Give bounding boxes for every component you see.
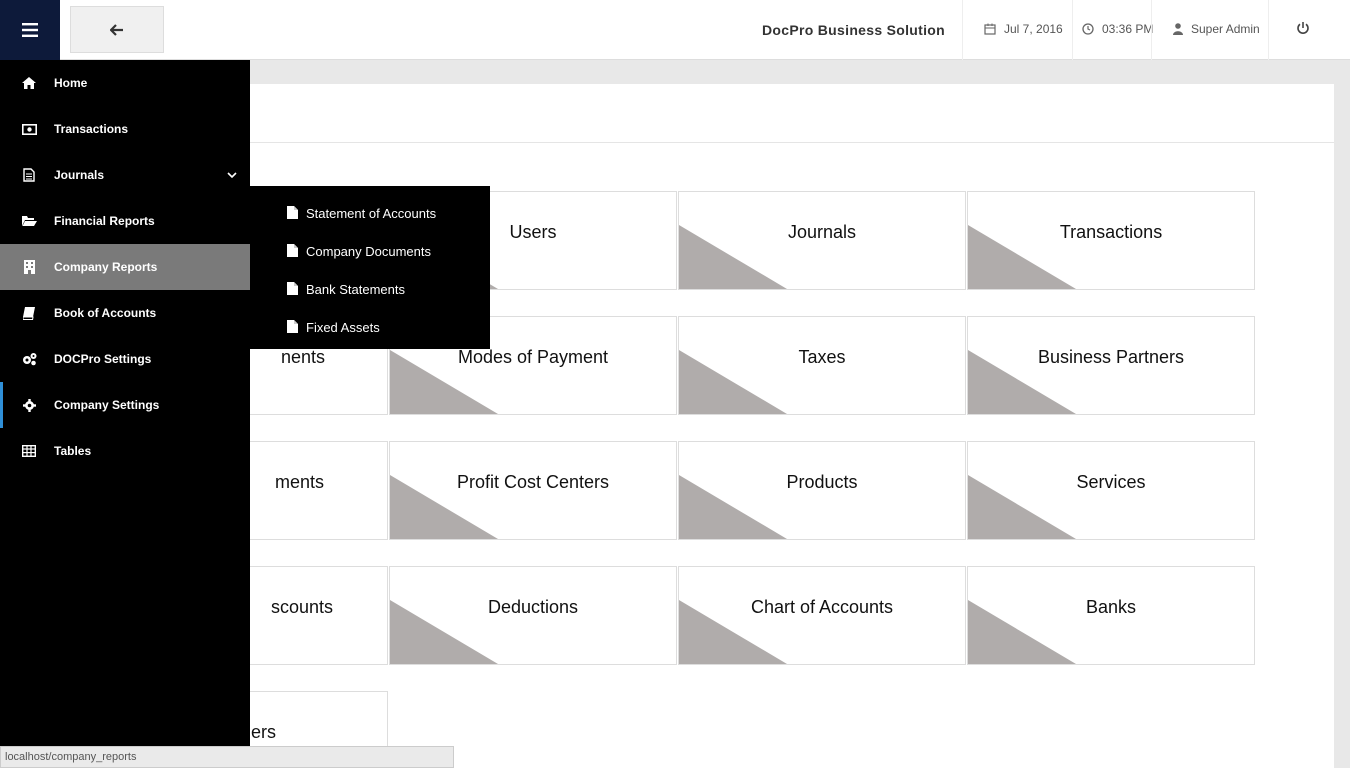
divider	[962, 0, 963, 60]
tile-profit-cost-centers[interactable]: Profit Cost Centers	[389, 441, 677, 540]
tile-label: Chart of Accounts	[750, 597, 894, 617]
submenu-item-label: Statement of Accounts	[306, 206, 437, 221]
tile-services[interactable]: Services	[967, 441, 1255, 540]
tile-label: ments	[275, 472, 325, 492]
tile-label: ers	[251, 722, 277, 742]
arrow-left-icon	[110, 23, 123, 36]
cogs-icon	[21, 351, 37, 367]
time-text: 03:36 PM	[1102, 22, 1154, 36]
submenu-item-company-documents[interactable]: Company Documents	[250, 233, 490, 271]
submenu-item-label: Bank Statements	[306, 282, 405, 297]
building-icon	[21, 259, 37, 275]
tile-label: Profit Cost Centers	[456, 472, 610, 492]
clock-icon	[1082, 23, 1094, 35]
tile-business-partners[interactable]: Business Partners	[967, 316, 1255, 415]
sidebar-item-docpro-settings[interactable]: DOCPro Settings	[0, 336, 250, 382]
browser-status-url: localhost/company_reports	[0, 746, 454, 768]
back-button[interactable]	[70, 6, 164, 53]
user-name: Super Admin	[1191, 22, 1260, 36]
header-time: 03:36 PM	[1082, 22, 1153, 36]
user-menu[interactable]: Super Admin	[1173, 22, 1260, 36]
sidebar-item-label: Journals	[54, 168, 105, 182]
top-bar: DocPro Business Solution Jul 7, 2016 03:…	[0, 0, 1350, 60]
tile-label: scounts	[271, 597, 334, 617]
tile-label: Journals	[787, 222, 857, 242]
sidebar-item-label: Company Reports	[54, 260, 158, 274]
tile-label: Services	[1076, 472, 1146, 492]
tile-taxes[interactable]: Taxes	[678, 316, 966, 415]
sidebar-item-financial-reports[interactable]: Financial Reports	[0, 198, 250, 244]
tile-products[interactable]: Products	[678, 441, 966, 540]
sidebar-item-company-reports[interactable]: Company Reports	[0, 244, 250, 290]
file-icon	[287, 244, 298, 260]
tile-label: Modes of Payment	[457, 347, 609, 367]
sidebar-item-book-of-accounts[interactable]: Book of Accounts	[0, 290, 250, 336]
sidebar-item-label: Home	[54, 76, 88, 90]
calendar-icon	[984, 23, 996, 35]
money-icon	[21, 121, 37, 137]
sidebar-item-journals[interactable]: Journals	[0, 152, 250, 198]
file-icon	[287, 206, 298, 222]
logout-button[interactable]	[1296, 21, 1310, 40]
file-icon	[287, 320, 298, 336]
gear-icon	[21, 397, 37, 413]
file-icon	[287, 282, 298, 298]
sidebar-item-label: Transactions	[54, 122, 129, 136]
submenu-item-label: Fixed Assets	[306, 320, 380, 335]
folder-open-icon	[21, 213, 37, 229]
header-date: Jul 7, 2016	[984, 22, 1063, 36]
tile-label: nents	[281, 347, 326, 367]
divider	[1072, 0, 1073, 60]
sidebar-item-label: Tables	[54, 444, 92, 458]
sidebar: Home Transactions Journals Financial Rep…	[0, 60, 250, 768]
sidebar-item-transactions[interactable]: Transactions	[0, 106, 250, 152]
sidebar-item-label: Financial Reports	[54, 214, 155, 228]
tile-label: Banks	[1085, 597, 1137, 617]
tile-deductions[interactable]: Deductions	[389, 566, 677, 665]
tile-chart-of-accounts[interactable]: Chart of Accounts	[678, 566, 966, 665]
submenu-item-fixed-assets[interactable]: Fixed Assets	[250, 309, 490, 347]
date-text: Jul 7, 2016	[1004, 22, 1063, 36]
submenu-item-label: Company Documents	[306, 244, 431, 259]
chevron-down-icon	[227, 168, 237, 182]
tile-label: Deductions	[487, 597, 579, 617]
divider	[1268, 0, 1269, 60]
sidebar-item-label: DOCPro Settings	[54, 352, 152, 366]
company-reports-submenu: Statement of Accounts Company Documents …	[250, 186, 490, 349]
power-icon	[1297, 22, 1309, 34]
table-icon	[21, 443, 37, 459]
tile-banks[interactable]: Banks	[967, 566, 1255, 665]
hamburger-icon	[22, 23, 38, 37]
tile-label: Transactions	[1059, 222, 1163, 242]
sidebar-item-tables[interactable]: Tables	[0, 428, 250, 474]
home-icon	[21, 75, 37, 91]
tile-transactions[interactable]: Transactions	[967, 191, 1255, 290]
sidebar-item-home[interactable]: Home	[0, 60, 250, 106]
file-text-icon	[21, 167, 37, 183]
submenu-item-statement-of-accounts[interactable]: Statement of Accounts	[250, 195, 490, 233]
tile-label: Business Partners	[1037, 347, 1185, 367]
tile-label: Products	[786, 472, 858, 492]
divider	[1151, 0, 1152, 60]
sidebar-item-company-settings[interactable]: Company Settings	[0, 382, 250, 428]
content-header	[60, 84, 1334, 143]
tile-label: Taxes	[798, 347, 846, 367]
sidebar-item-label: Book of Accounts	[54, 306, 157, 320]
tile-journals[interactable]: Journals	[678, 191, 966, 290]
brand-title: DocPro Business Solution	[762, 22, 945, 38]
user-icon	[1173, 23, 1183, 35]
menu-toggle-button[interactable]	[0, 0, 60, 60]
book-icon	[21, 305, 37, 321]
sidebar-item-label: Company Settings	[54, 398, 160, 412]
submenu-item-bank-statements[interactable]: Bank Statements	[250, 271, 490, 309]
